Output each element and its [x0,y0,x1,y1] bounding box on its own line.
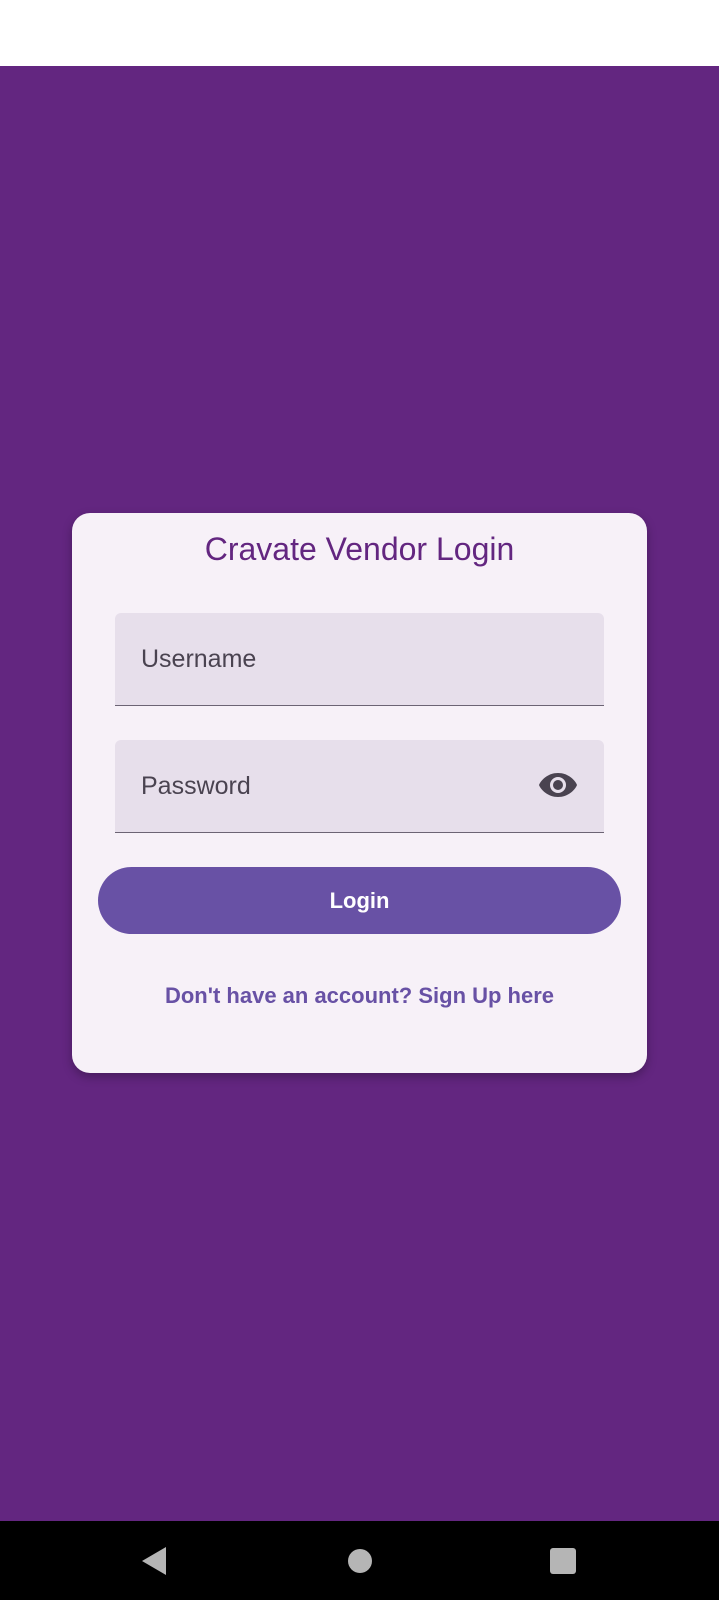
login-card: Cravate Vendor Login Login Don't have an… [72,513,647,1073]
signup-link[interactable]: Don't have an account? Sign Up here [72,983,647,1009]
username-field[interactable] [115,613,604,706]
password-field[interactable] [115,740,604,833]
eye-icon[interactable] [538,770,578,800]
username-input[interactable] [115,613,604,705]
page-title: Cravate Vendor Login [204,531,515,567]
app-screen: Cravate Vendor Login Login Don't have an… [0,0,719,1600]
password-input[interactable] [115,740,604,832]
home-icon[interactable] [340,1541,380,1581]
back-icon[interactable] [136,1541,176,1581]
login-button[interactable]: Login [98,867,621,934]
navigation-bar [0,1521,719,1600]
recents-icon[interactable] [543,1541,583,1581]
status-bar [0,0,719,66]
